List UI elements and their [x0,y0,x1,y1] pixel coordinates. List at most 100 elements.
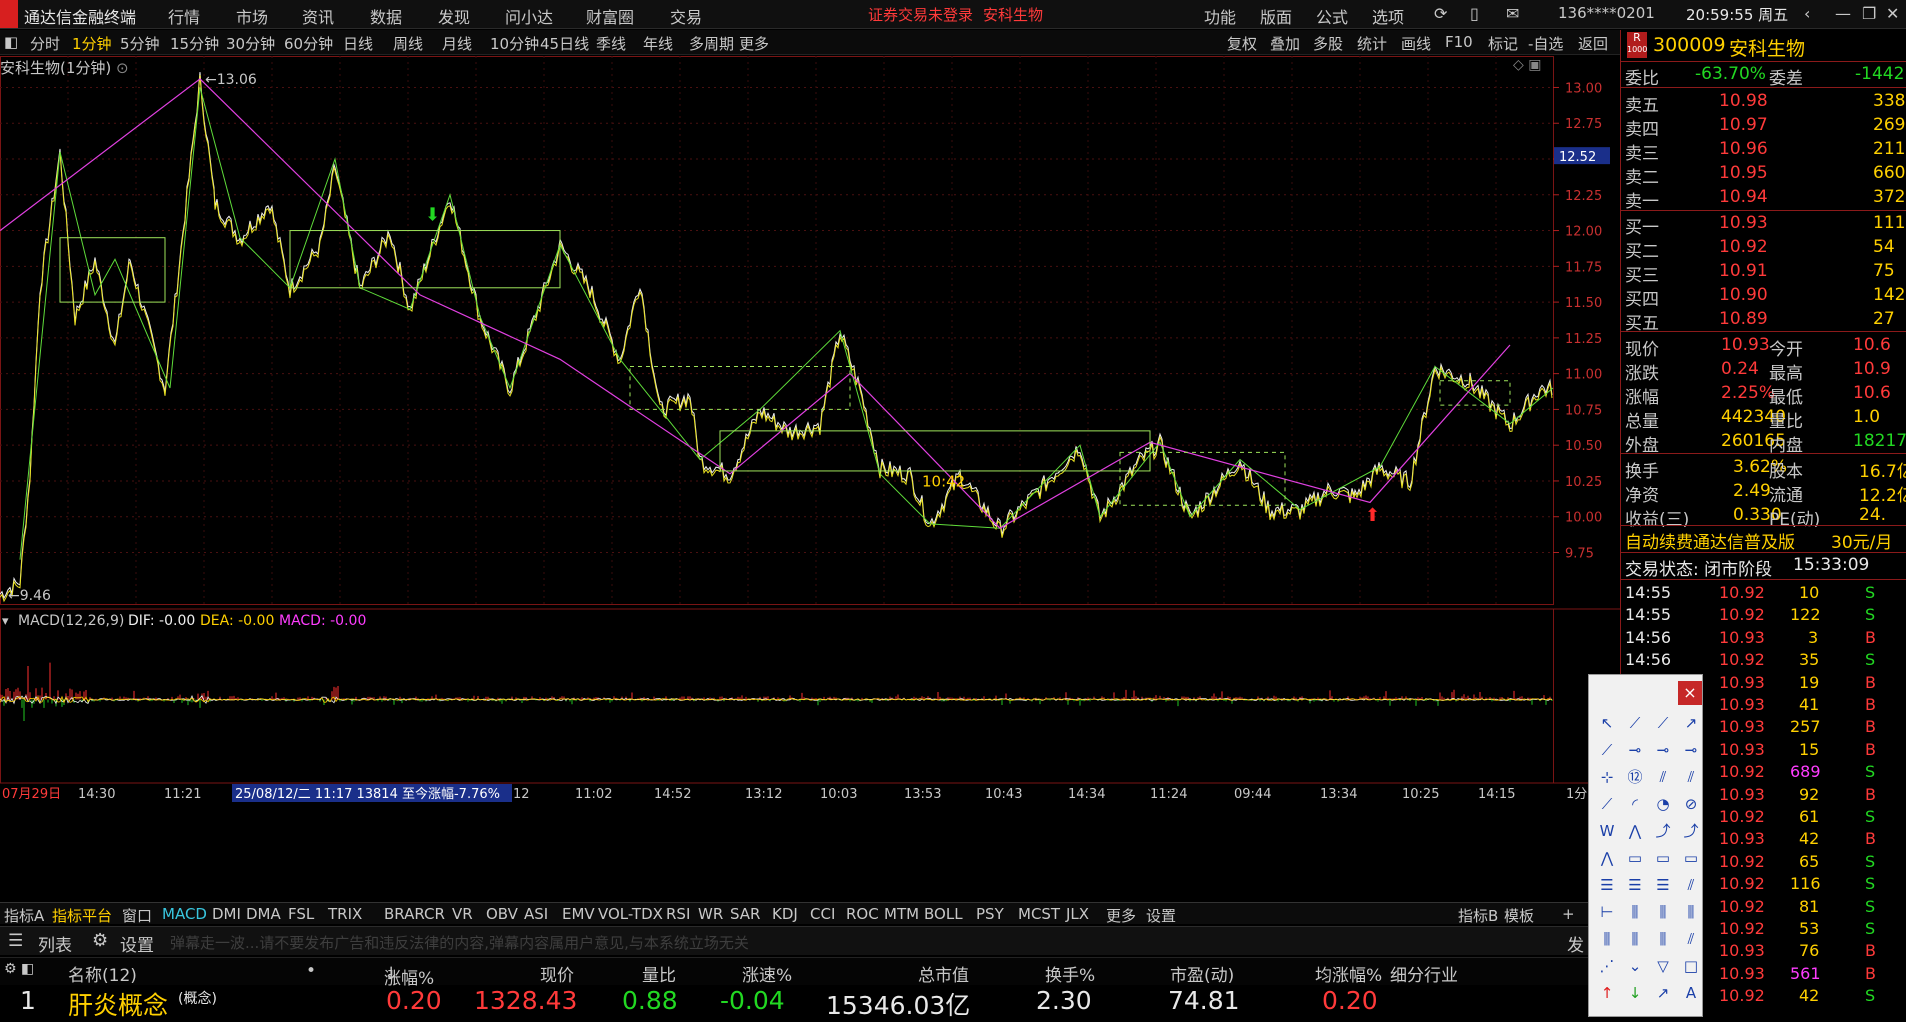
indicator-tab-7[interactable]: TRIX [328,905,362,923]
indicator-tab-4[interactable]: DMI [212,905,241,923]
draw-tool-icon[interactable]: ⫼ [1653,929,1673,949]
draw-tool-icon[interactable]: ⑫ [1625,767,1645,787]
draw-tool-icon[interactable]: ⋰ [1597,956,1617,976]
draw-tool-icon[interactable]: ☰ [1625,875,1645,895]
draw-tool-icon[interactable]: ⤴ [1653,821,1673,841]
indicator-tab-27[interactable]: 设置 [1146,905,1176,926]
indicator-tab-19[interactable]: CCI [810,905,835,923]
draw-tool-icon[interactable]: ⟋ [1653,713,1673,733]
col-turnover[interactable]: 换手% [1045,961,1095,986]
promo-row[interactable]: 自动续费通达信普及版 30元/月 [1621,527,1906,553]
draw-tool-icon[interactable]: A [1681,983,1701,1003]
draw-tool-icon[interactable]: ▭ [1681,848,1701,868]
danmu-input[interactable]: 弹幕走一波...请不要发布广告和违反法律的内容,弹幕内容属用户意见,与本系统立场… [170,932,749,953]
draw-tool-icon[interactable]: ◔ [1653,794,1673,814]
col-pe[interactable]: 市盈(动) [1170,961,1234,986]
draw-tool-icon[interactable]: ☰ [1597,875,1617,895]
bid-row-0[interactable]: 买一 10.93 111 [1621,212,1906,238]
period-tab-14[interactable]: 更多 [739,33,769,54]
draw-tool-icon[interactable]: ⊸ [1653,740,1673,760]
restore-icon[interactable]: ❐ [1862,4,1876,23]
menu-ask[interactable]: 问小达 [505,4,553,28]
tool-back[interactable]: 返回 [1578,33,1608,54]
period-tab-0[interactable]: 分时 [30,33,60,54]
indicator-right-2[interactable]: + [1562,905,1575,923]
draw-tool-icon[interactable]: ⊘ [1681,794,1701,814]
col-speed[interactable]: 涨速% [742,961,792,986]
period-tab-8[interactable]: 月线 [442,33,472,54]
stock-name[interactable]: 安科生物 [1729,34,1805,61]
draw-tool-icon[interactable]: ⊹ [1597,767,1617,787]
col-mktcap[interactable]: 总市值 [918,961,969,986]
indicator-right-0[interactable]: 指标B [1458,905,1498,926]
bid-row-4[interactable]: 买五 10.89 27 [1621,308,1906,334]
period-tab-5[interactable]: 60分钟 [284,33,333,54]
draw-tool-icon[interactable]: ⟋ [1597,740,1617,760]
indicator-tab-1[interactable]: 指标平台 [52,905,112,926]
menu-trade[interactable]: 交易 [670,4,702,28]
tool-fq[interactable]: 复权 [1227,33,1257,54]
period-tab-1[interactable]: 1分钟 [72,33,112,54]
indicator-tab-15[interactable]: RSI [666,905,690,923]
indicator-tab-18[interactable]: KDJ [772,905,798,923]
draw-tool-icon[interactable]: ⤴ [1681,821,1701,841]
indicator-tab-14[interactable]: VOL-TDX [598,905,663,923]
promo-price[interactable]: 30元/月 [1831,528,1892,553]
close-icon[interactable]: ✕ [1886,4,1899,23]
tool-overlay[interactable]: 叠加 [1270,33,1300,54]
settings-tab[interactable]: 设置 [120,931,154,956]
login-notice[interactable]: 证券交易未登录 [868,4,973,25]
indicator-tab-3[interactable]: MACD [162,905,207,923]
ask-row-1[interactable]: 卖四 10.97 269 [1621,114,1906,140]
indicator-tab-24[interactable]: MCST [1018,905,1060,923]
draw-tool-icon[interactable]: ⫽ [1681,929,1701,949]
drawing-toolbox[interactable]: × ↖ ⟋ ⟋ ↗ ⟋ ⊸ ⊸ ⊸ ⊹ ⑫ ⫽ ⫽ ⟋ ◜ ◔ ⊘ 𝖶 ⋀ ⤴ ⤴ ⋀ ▭ ▭ ▭ ☰ ☰ ☰ ⫽ ⊢ ⫼ ⫼ ⫼ ⫼ ⫼ ⫼ ⫽ ⋰ ⌄… [1588,674,1703,1017]
draw-tool-icon[interactable]: ↖ [1597,713,1617,733]
draw-tool-icon[interactable]: ⫼ [1681,902,1701,922]
period-tab-6[interactable]: 日线 [343,33,373,54]
macd-collapse-icon[interactable]: ▾ [2,614,9,629]
indicator-tab-6[interactable]: FSL [288,905,314,923]
indicator-tab-12[interactable]: ASI [524,905,548,923]
bid-row-2[interactable]: 买三 10.91 75 [1621,260,1906,286]
draw-tool-icon[interactable]: ↗ [1653,983,1673,1003]
tool-multi[interactable]: 多股 [1313,33,1343,54]
draw-tool-icon[interactable]: ⫼ [1625,929,1645,949]
message-icon[interactable]: ✉ [1506,4,1519,23]
back-icon[interactable]: ‹ [1804,4,1810,23]
ask-row-2[interactable]: 卖三 10.96 211 [1621,138,1906,164]
period-tab-12[interactable]: 年线 [643,33,673,54]
tool-stats[interactable]: 统计 [1357,33,1387,54]
menu-function[interactable]: 功能 [1204,4,1236,28]
menu-news[interactable]: 资讯 [302,4,334,28]
draw-tool-icon[interactable]: ⫽ [1681,767,1701,787]
col-name[interactable]: 名称(12) [68,961,137,986]
draw-tool-icon[interactable]: ▽ [1653,956,1673,976]
indicator-tab-8[interactable]: BRAR [384,905,425,923]
menu-market[interactable]: 市场 [236,4,268,28]
indicator-tab-11[interactable]: OBV [486,905,518,923]
period-tab-7[interactable]: 周线 [393,33,423,54]
bid-row-3[interactable]: 买四 10.90 142 [1621,284,1906,310]
indicator-tab-23[interactable]: PSY [976,905,1004,923]
draw-tool-icon[interactable]: ▭ [1653,848,1673,868]
draw-tool-icon[interactable]: ⫽ [1681,875,1701,895]
menu-formula[interactable]: 公式 [1316,4,1348,28]
draw-tool-icon[interactable]: 𝖶 [1597,821,1617,841]
tool-draw[interactable]: 画线 [1401,33,1431,54]
tool-watchlist[interactable]: -自选 [1528,33,1563,54]
indicator-tab-16[interactable]: WR [698,905,723,923]
draw-tool-icon[interactable]: ⊸ [1625,740,1645,760]
draw-tool-icon[interactable]: ⋀ [1625,821,1645,841]
menu-data[interactable]: 数据 [370,4,402,28]
period-tab-10[interactable]: 45日线 [540,33,589,54]
ask-row-4[interactable]: 卖一 10.94 372 [1621,186,1906,212]
list-tab[interactable]: 列表 [38,931,72,956]
refresh-icon[interactable]: ⟳ [1434,4,1447,23]
indicator-tab-13[interactable]: EMV [562,905,595,923]
indicator-right-1[interactable]: 模板 [1504,905,1534,926]
phone-icon[interactable]: ▯ [1470,4,1479,23]
tool-f10[interactable]: F10 [1445,33,1473,51]
account-label[interactable]: 136****0201 [1558,4,1655,22]
draw-tool-icon[interactable]: ☰ [1653,875,1673,895]
